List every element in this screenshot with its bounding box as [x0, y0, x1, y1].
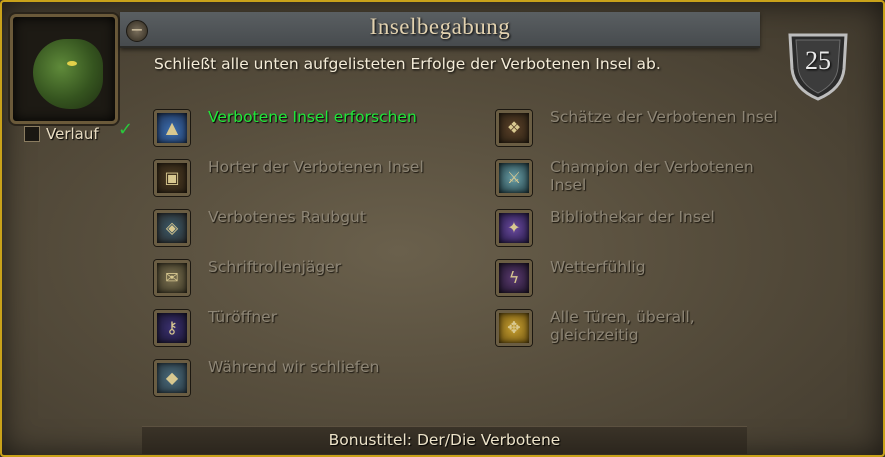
loot-icon: ◈	[154, 210, 190, 246]
criterion-label: Bibliothekar der Insel	[550, 208, 715, 226]
left-criterion[interactable]: ▣ Horter der Verbotenen Insel	[154, 158, 438, 196]
achievement-description: Schließt alle unten aufgelisteten Erfolg…	[154, 55, 661, 73]
bonus-title: Bonustitel: Der/Die Verbotene	[328, 431, 561, 449]
door-map-icon: ✥	[496, 310, 532, 346]
stone-rune-icon: ◆	[154, 360, 190, 396]
title-bar: Inselbegabung	[120, 12, 760, 48]
dragon-portrait-icon	[33, 39, 103, 109]
lightning-icon: ϟ	[496, 260, 532, 296]
treasure-chest-icon: ▣	[154, 160, 190, 196]
right-criterion[interactable]: ❖ Schätze der Verbotenen Insel	[496, 108, 780, 146]
criterion-label: Schätze der Verbotenen Insel	[550, 108, 778, 126]
collapse-button[interactable]: −	[126, 20, 148, 42]
criterion-label: Champion der Verbotenen Insel	[550, 158, 754, 194]
scroll-icon: ✉	[154, 260, 190, 296]
right-criterion[interactable]: ϟ Wetterfühlig	[496, 258, 780, 296]
island-map-icon: ▲	[154, 110, 190, 146]
achievement-title: Inselbegabung	[369, 14, 511, 39]
left-criterion[interactable]: ◈ Verbotenes Raubgut	[154, 208, 438, 246]
criterion-label: Während wir schliefen	[208, 358, 380, 376]
left-criterion[interactable]: ▲ Verbotene Insel erforschen	[154, 108, 438, 146]
right-criterion[interactable]: ⚔ Champion der Verbotenen Insel	[496, 158, 780, 196]
key-icon: ⚷	[154, 310, 190, 346]
history-checkbox[interactable]	[24, 126, 40, 142]
history-label: Verlauf	[46, 125, 99, 143]
left-criterion[interactable]: ⚷ Türöffner	[154, 308, 438, 346]
criterion-label: Türöffner	[208, 308, 278, 326]
criterion-label: Verbotenes Raubgut	[208, 208, 366, 226]
tome-icon: ✦	[496, 210, 532, 246]
right-criterion[interactable]: ✦ Bibliothekar der Insel	[496, 208, 780, 246]
achievement-portrait	[10, 14, 118, 124]
criterion-label: Alle Türen, überall, gleichzeitig	[550, 308, 695, 344]
criterion-label: Horter der Verbotenen Insel	[208, 158, 424, 176]
achievement-points: 25	[805, 46, 831, 75]
left-criterion[interactable]: ◆ Während wir schliefen	[154, 358, 438, 396]
dragon-eye	[67, 61, 77, 66]
completed-check-icon: ✓	[118, 119, 134, 140]
history-toggle[interactable]: Verlauf	[24, 125, 99, 143]
left-criterion[interactable]: ✉ Schriftrollenjäger	[154, 258, 438, 296]
sword-icon: ⚔	[496, 160, 532, 196]
footer-bar: Bonustitel: Der/Die Verbotene	[142, 426, 747, 454]
right-criterion[interactable]: ✥ Alle Türen, überall, gleichzeitig	[496, 308, 780, 346]
criterion-label: Verbotene Insel erforschen	[208, 108, 417, 126]
treasure-icon: ❖	[496, 110, 532, 146]
criterion-label: Schriftrollenjäger	[208, 258, 342, 276]
achievement-frame: Verlauf ✓ Inselbegabung − Schließt alle …	[0, 0, 885, 457]
criterion-label: Wetterfühlig	[550, 258, 646, 276]
